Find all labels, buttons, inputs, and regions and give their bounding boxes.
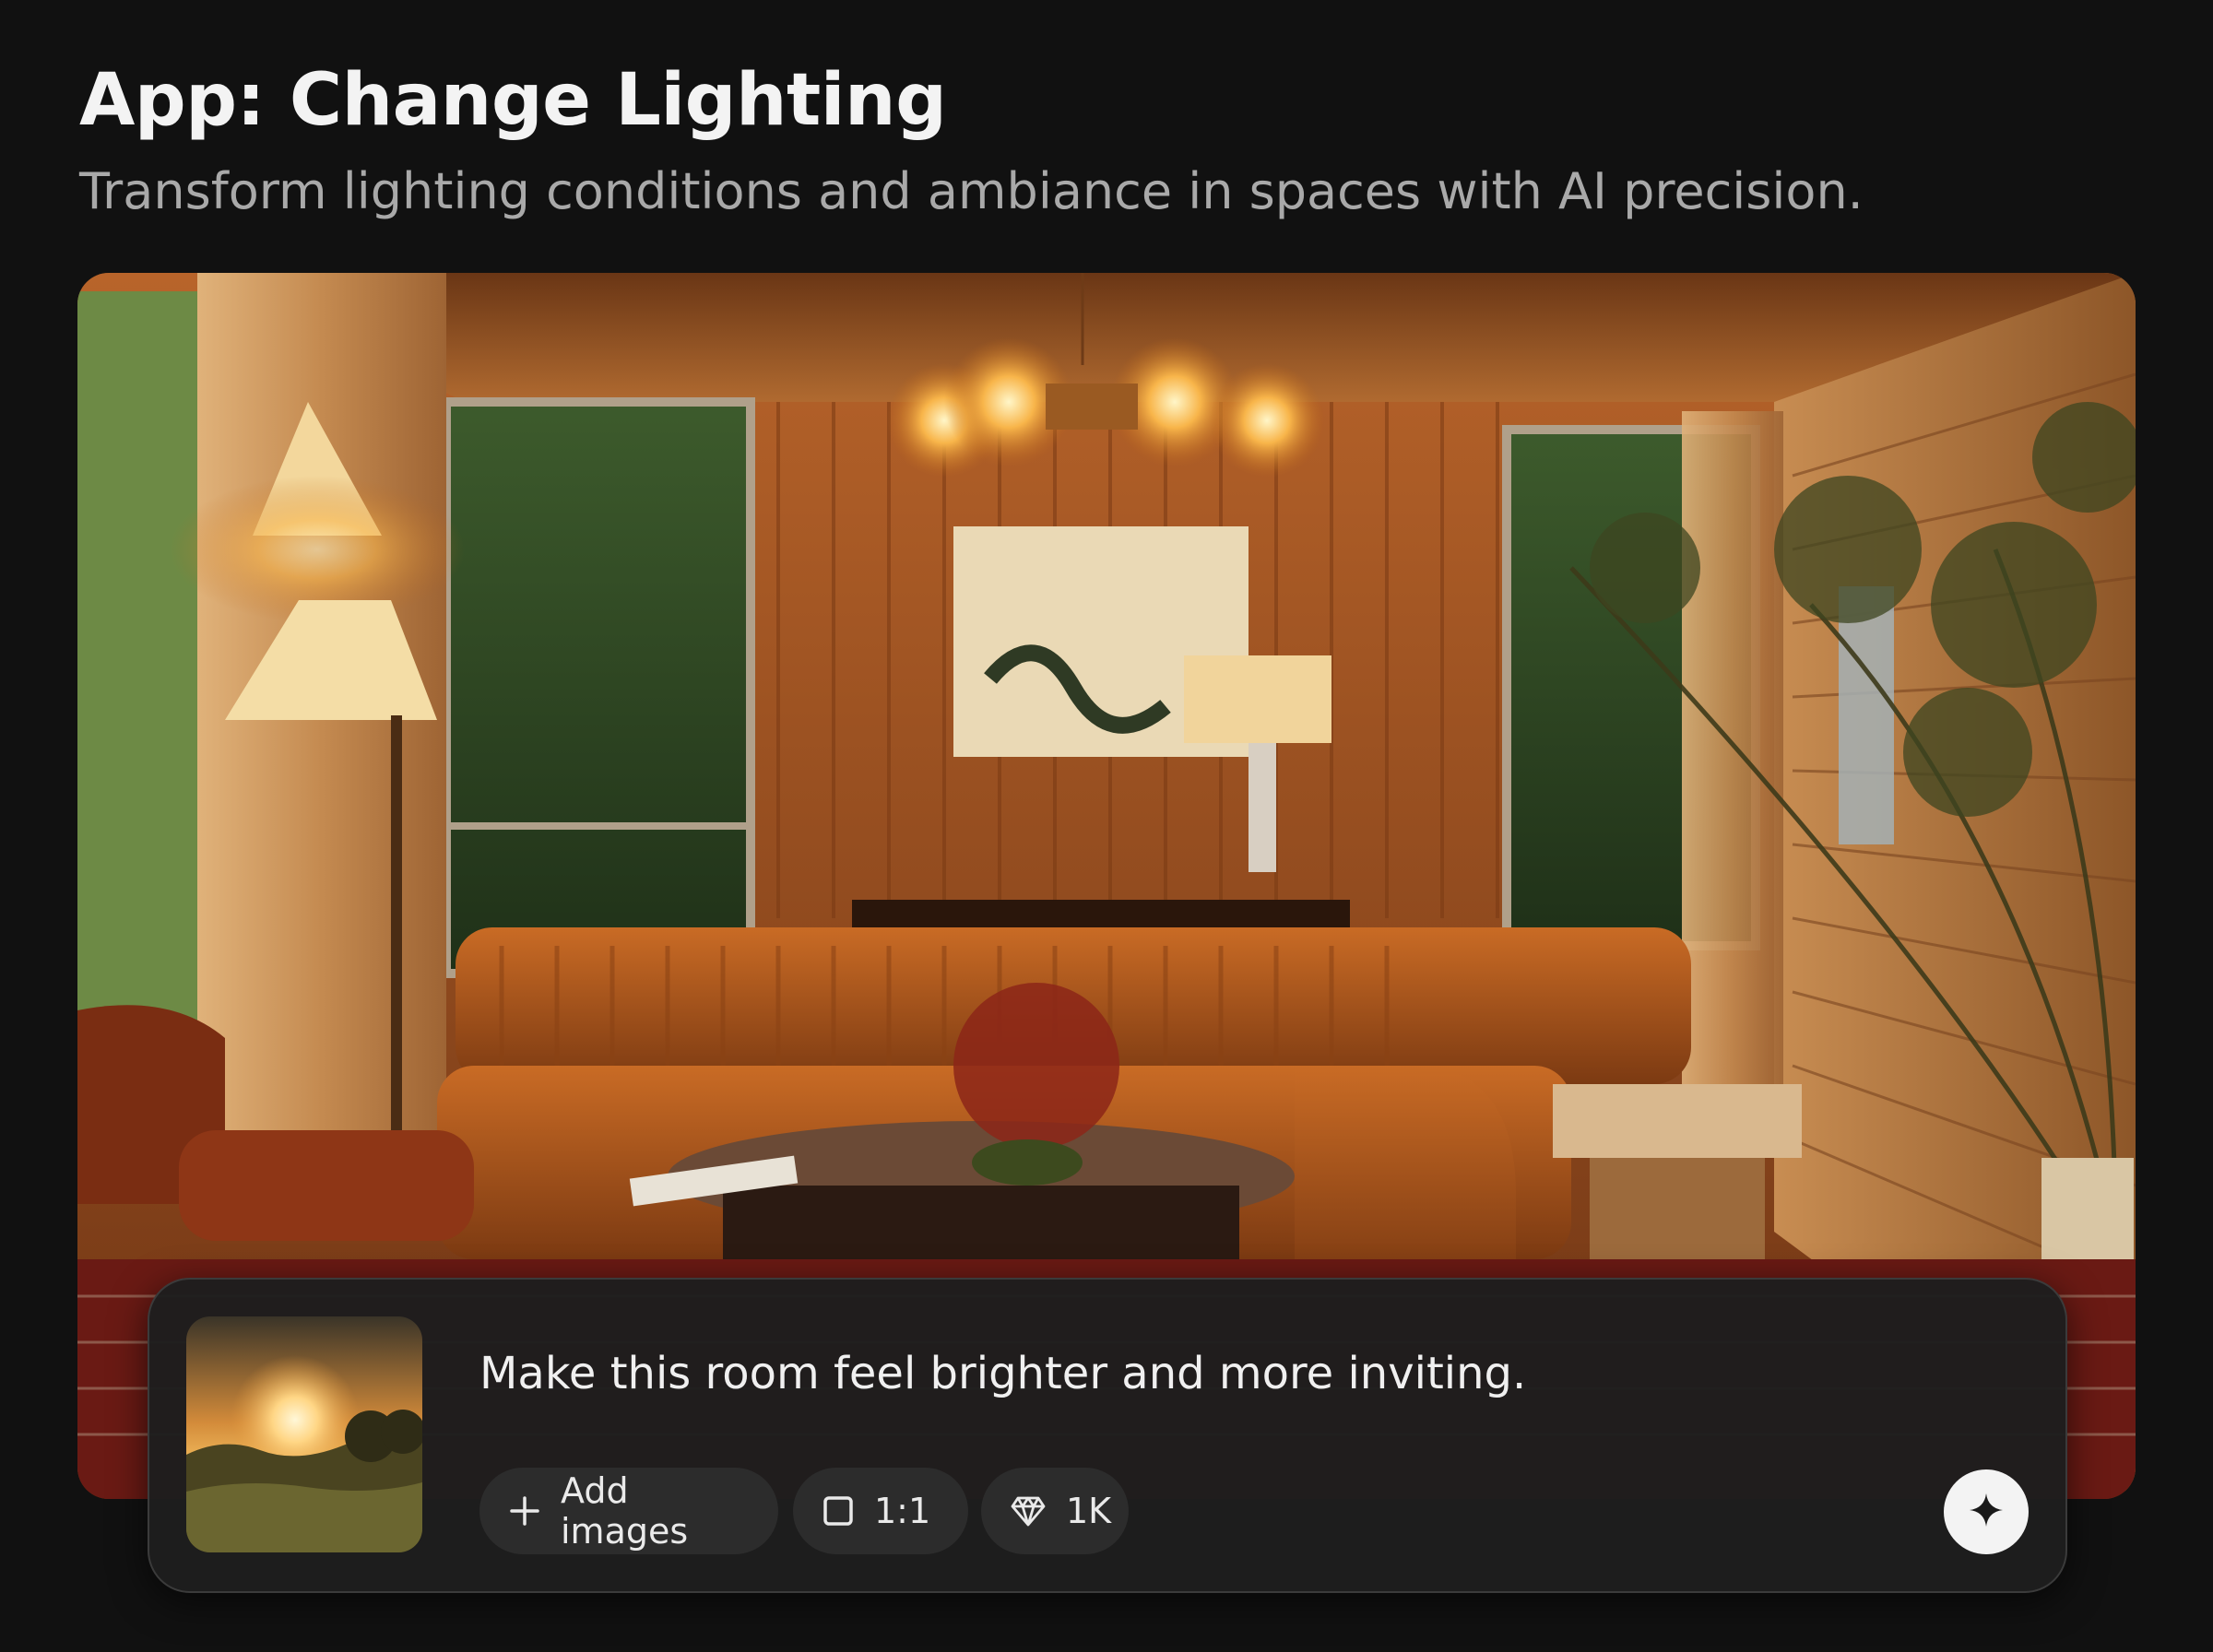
prompt-panel: Make this room feel brighter and more in… — [148, 1278, 2067, 1593]
reference-image-thumbnail[interactable] — [186, 1316, 422, 1552]
prompt-text[interactable]: Make this room feel brighter and more in… — [479, 1348, 1526, 1399]
plus-icon — [509, 1495, 540, 1527]
sparkle-icon — [1968, 1492, 2005, 1533]
diamond-icon — [1011, 1495, 1046, 1527]
page-subtitle: Transform lighting conditions and ambian… — [79, 162, 1864, 220]
page-title: App: Change Lighting — [79, 59, 947, 142]
aspect-ratio-button[interactable]: 1:1 — [793, 1468, 968, 1554]
sunset-field-icon — [186, 1316, 422, 1552]
add-images-label: Add images — [561, 1470, 689, 1552]
add-images-button[interactable]: Add images — [479, 1468, 778, 1554]
resolution-button[interactable]: 1K — [981, 1468, 1129, 1554]
square-icon — [822, 1495, 854, 1527]
resolution-label: 1K — [1066, 1491, 1112, 1531]
aspect-ratio-label: 1:1 — [874, 1491, 931, 1531]
generate-button[interactable] — [1944, 1469, 2029, 1554]
